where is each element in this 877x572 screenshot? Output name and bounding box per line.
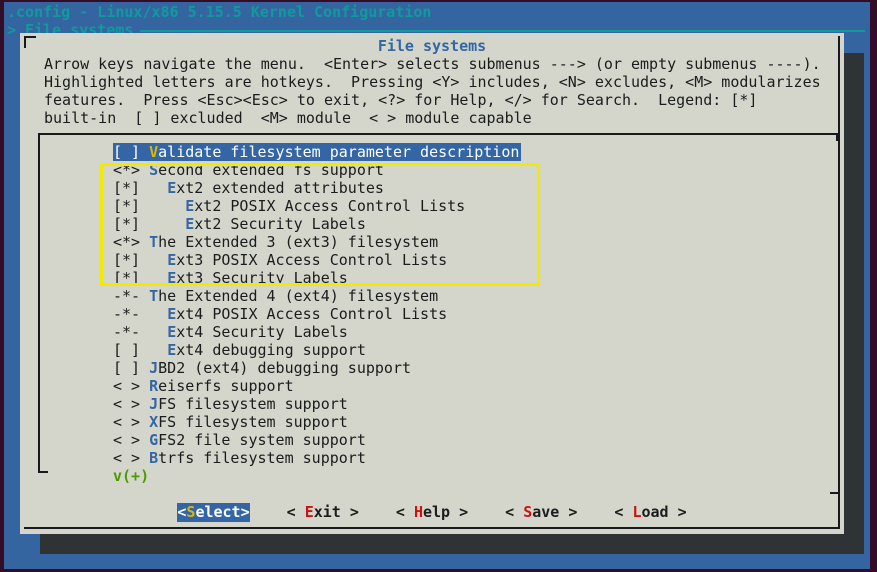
dialog-border-right	[838, 36, 840, 529]
menubox-border-left	[38, 133, 40, 473]
breadcrumb-rule	[140, 30, 865, 32]
kernel-config-title: .config - Linux/x86 5.15.5 Kernel Config…	[7, 3, 431, 21]
menubox-border-stub-bl	[38, 471, 48, 473]
menu-item[interactable]: < > GFS2 file system support	[113, 431, 521, 449]
menu-more-indicator[interactable]: v(+)	[113, 467, 521, 485]
dialog-border-bottom	[24, 527, 840, 529]
menubox-border-top	[38, 133, 838, 135]
menu-item[interactable]: < > XFS filesystem support	[113, 413, 521, 431]
menu-item[interactable]: < > Reiserfs support	[113, 377, 521, 395]
select-button[interactable]: <Select>	[177, 503, 249, 522]
menubox-border-tick-tr	[836, 133, 838, 141]
menuconfig-terminal: .config - Linux/x86 5.15.5 Kernel Config…	[0, 0, 877, 572]
annotation-highlight-box	[100, 163, 540, 286]
dialog-instructions: Arrow keys navigate the menu. <Enter> se…	[44, 55, 821, 127]
menu-item[interactable]: [ ] Validate filesystem parameter descri…	[113, 143, 521, 161]
menu-item[interactable]: -*- Ext4 POSIX Access Control Lists	[113, 305, 521, 323]
menu-item[interactable]: < > JFS filesystem support	[113, 395, 521, 413]
menu-item[interactable]: [ ] JBD2 (ext4) debugging support	[113, 359, 521, 377]
dialog-title: File systems	[20, 37, 844, 55]
terminal-screen: .config - Linux/x86 5.15.5 Kernel Config…	[4, 2, 870, 569]
menu-item[interactable]: [ ] Ext4 debugging support	[113, 341, 521, 359]
save-button[interactable]: < Save >	[505, 503, 577, 522]
help-button[interactable]: < Help >	[396, 503, 468, 522]
menu-item[interactable]: -*- The Extended 4 (ext4) filesystem	[113, 287, 521, 305]
menu-item[interactable]: -*- Ext4 Security Labels	[113, 323, 521, 341]
load-button[interactable]: < Load >	[614, 503, 686, 522]
exit-button[interactable]: < Exit >	[287, 503, 359, 522]
menu-item[interactable]: < > Btrfs filesystem support	[113, 449, 521, 467]
dialog-separator-tick	[830, 492, 838, 494]
button-row: <Select> < Exit > < Help > < Save > < Load >	[20, 503, 844, 522]
